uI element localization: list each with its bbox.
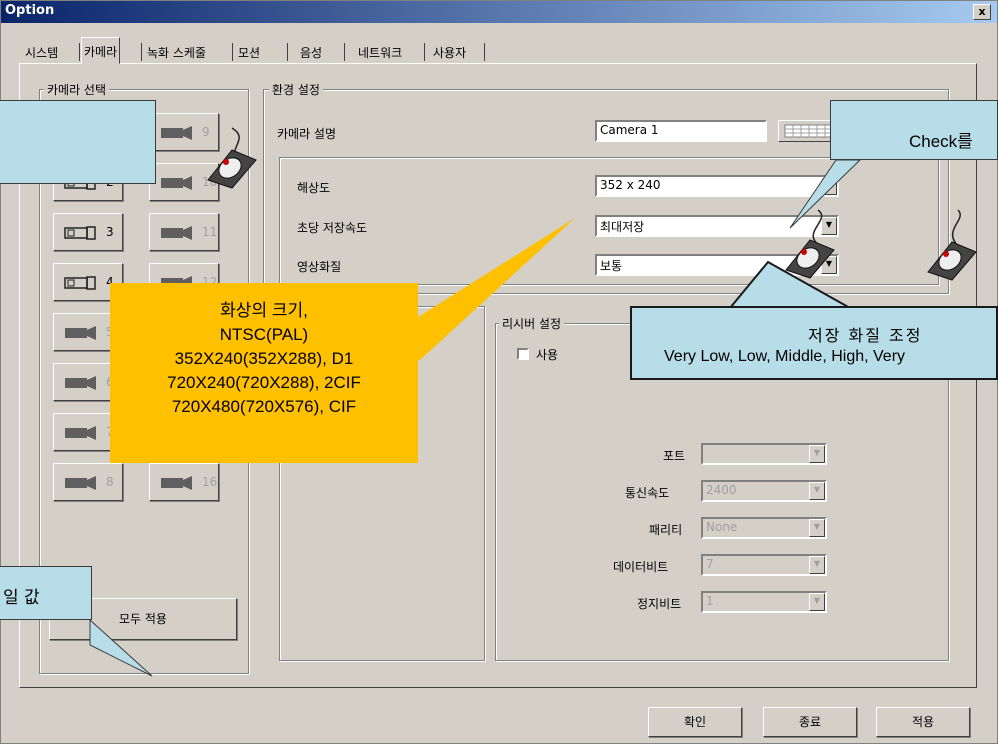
title-bar[interactable]: Option x	[1, 1, 997, 23]
camera-number: 11	[202, 225, 218, 239]
callout-resolution-line: 352X240(352X288), D1	[174, 349, 354, 368]
camera-icon	[65, 426, 96, 440]
databits-select[interactable]: 7 ▼	[701, 554, 827, 576]
mouse-icon	[785, 239, 835, 279]
callout-camera-select	[0, 100, 156, 184]
resolution-value: 352 x 240	[600, 178, 661, 192]
camera-icon	[161, 126, 192, 140]
databits-label: 데이터비트	[613, 560, 669, 574]
tab-system[interactable]: 시스템	[23, 41, 60, 63]
camera-icon	[161, 226, 192, 240]
close-window-button[interactable]: x	[973, 4, 991, 20]
tab-recording-schedule[interactable]: 녹화 스케줄	[145, 41, 208, 63]
apply-button[interactable]: 적용	[876, 707, 970, 737]
tab-motion[interactable]: 모션	[236, 41, 262, 63]
tab-camera[interactable]: 카메라	[81, 37, 121, 64]
camera-button-8[interactable]: 8	[53, 463, 123, 501]
parity-value: None	[706, 520, 738, 534]
receiver-use-checkbox[interactable]	[517, 348, 529, 360]
camera-icon	[64, 226, 96, 240]
camera-select-title: 카메라 선택	[44, 81, 110, 98]
chevron-down-icon[interactable]: ▼	[809, 445, 825, 463]
camera-number: 9	[202, 125, 210, 139]
camera-icon	[65, 326, 96, 340]
fps-label: 초당 저장속도	[297, 221, 368, 235]
stopbits-label: 정지비트	[637, 597, 682, 611]
camera-button-11[interactable]: 11	[149, 213, 219, 251]
camera-desc-label: 카메라 설명	[277, 127, 337, 141]
resolution-select[interactable]: 352 x 240 ▼	[595, 175, 839, 197]
resolution-label: 해상도	[297, 181, 331, 195]
camera-number: 16	[202, 475, 218, 489]
tab-separator	[79, 43, 80, 61]
ok-button[interactable]: 확인	[648, 707, 742, 737]
camera-button-16[interactable]: 16	[149, 463, 219, 501]
callout-check: Check를	[830, 100, 998, 160]
baud-label: 통신속도	[625, 486, 670, 500]
mouse-icon	[927, 241, 977, 281]
callout-same-value: 일 값	[0, 566, 92, 620]
callout-resolution: 화상의 크기, NTSC(PAL) 352X240(352X288), D1 7…	[110, 283, 418, 463]
tab-audio[interactable]: 음성	[298, 41, 324, 63]
mouse-icon	[207, 149, 257, 189]
callout-quality-levels: Very Low, Low, Middle, High, Very	[664, 348, 906, 365]
callout-resolution-line: 720X240(720X288), 2CIF	[167, 373, 361, 392]
chevron-down-icon[interactable]: ▼	[809, 519, 825, 537]
callout-resolution-line: NTSC(PAL)	[219, 325, 309, 344]
callout-check-text: Check를	[909, 132, 973, 151]
parity-select[interactable]: None ▼	[701, 517, 827, 539]
callout-quality-title: 저장 화질 조정	[808, 326, 923, 345]
window-title: Option	[5, 3, 55, 18]
receiver-use-label: 사용	[536, 348, 559, 362]
quality-value: 보통	[600, 259, 623, 273]
tab-separator	[484, 43, 485, 61]
tab-separator	[287, 43, 288, 61]
chevron-down-icon[interactable]: ▼	[809, 482, 825, 500]
camera-icon	[65, 376, 96, 390]
databits-value: 7	[706, 557, 714, 571]
callout-quality: 저장 화질 조정 Very Low, Low, Middle, High, Ve…	[630, 306, 998, 380]
camera-number: 8	[106, 475, 114, 489]
camera-icon	[161, 176, 192, 190]
close-button[interactable]: 종료	[763, 707, 857, 737]
camera-icon	[161, 476, 192, 490]
chevron-down-icon[interactable]: ▼	[809, 556, 825, 574]
chevron-down-icon[interactable]: ▼	[821, 177, 837, 195]
stopbits-select[interactable]: 1 ▼	[701, 591, 827, 613]
tab-separator	[141, 43, 142, 61]
quality-label: 영상화질	[297, 260, 342, 274]
stopbits-value: 1	[706, 594, 714, 608]
tab-network[interactable]: 네트워크	[356, 41, 404, 63]
env-settings-title: 환경 설정	[269, 81, 323, 98]
callout-same-value-text: 일 값	[3, 588, 40, 608]
port-select[interactable]: ▼	[701, 443, 827, 465]
baud-value: 2400	[706, 483, 737, 497]
camera-button-3[interactable]: 3	[53, 213, 123, 251]
camera-number: 3	[106, 225, 114, 239]
chevron-down-icon[interactable]: ▼	[809, 593, 825, 611]
port-label: 포트	[663, 449, 686, 463]
tab-separator	[232, 43, 233, 61]
callout-resolution-line: 720X480(720X576), CIF	[171, 397, 357, 416]
camera-desc-input[interactable]: Camera 1	[595, 120, 767, 142]
tab-user[interactable]: 사용자	[431, 41, 468, 63]
callout-resolution-line: 화상의 크기,	[220, 301, 308, 320]
receiver-settings-title: 리시버 설정	[499, 315, 565, 332]
fps-value: 최대저장	[600, 220, 645, 234]
tab-separator	[424, 43, 425, 61]
camera-icon	[65, 476, 96, 490]
tab-separator	[344, 43, 345, 61]
camera-icon	[64, 276, 96, 290]
baud-select[interactable]: 2400 ▼	[701, 480, 827, 502]
parity-label: 패리티	[649, 523, 683, 537]
